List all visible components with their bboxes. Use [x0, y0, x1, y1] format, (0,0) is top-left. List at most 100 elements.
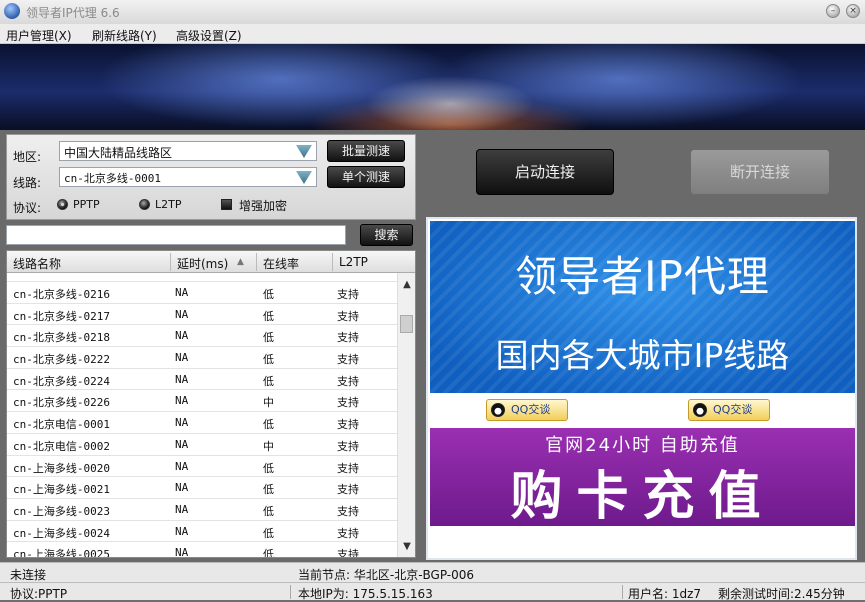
ad-subtitle: 国内各大城市IP线路: [430, 329, 855, 377]
chevron-down-icon: [296, 171, 312, 184]
qq-chat-button-left[interactable]: QQ交谈: [486, 399, 568, 421]
status-bar-bottom: 协议:PPTP 本地IP为: 175.5.15.163 用户名: 1dz7 剩余…: [0, 582, 865, 600]
chevron-down-icon: [296, 145, 312, 158]
column-latency[interactable]: 延时(ms): [177, 255, 228, 272]
table-scrollbar[interactable]: ▲ ▼: [397, 273, 415, 558]
table-row[interactable]: cn-北京多线-0222 NA 低 支持: [7, 347, 399, 369]
cell-latency: NA: [175, 438, 188, 451]
table-row[interactable]: cn-北京多线-0217NA低支持: [7, 304, 399, 326]
cell-line-name: cn-北京多线-0224: [13, 373, 110, 389]
cell-line-name: cn-北京多线-0216: [13, 286, 110, 302]
cell-latency: NA: [175, 546, 188, 558]
table-row[interactable]: cn-上海多线-0021NA低支持: [7, 477, 399, 499]
cell-online-rate: 低: [263, 525, 274, 541]
close-icon[interactable]: ×: [846, 4, 860, 18]
search-button[interactable]: 搜索: [360, 224, 413, 246]
cell-latency: NA: [175, 460, 188, 473]
line-label: 线路:: [13, 174, 41, 191]
column-online-rate[interactable]: 在线率: [263, 255, 299, 272]
cell-l2tp: 支持: [337, 438, 359, 454]
cell-online-rate: 低: [263, 460, 274, 476]
cell-online-rate: 中: [263, 394, 274, 410]
cell-latency: NA: [175, 525, 188, 538]
qq-chat-label: QQ交谈: [713, 403, 752, 416]
scroll-up-icon[interactable]: ▲: [402, 281, 412, 289]
cell-l2tp: 支持: [337, 525, 359, 541]
enhanced-encryption-checkbox[interactable]: [221, 199, 232, 210]
qq-penguin-icon: [693, 403, 707, 417]
menu-user-management[interactable]: 用户管理(X): [6, 27, 72, 44]
cell-l2tp: 支持: [337, 308, 359, 324]
status-divider: [290, 585, 291, 599]
protocol-l2tp-radio[interactable]: [139, 199, 150, 210]
qq-chat-label: QQ交谈: [511, 403, 550, 416]
status-divider: [622, 585, 623, 599]
cell-online-rate: 低: [263, 329, 274, 345]
qq-chat-button-right[interactable]: QQ交谈: [688, 399, 770, 421]
table-row[interactable]: cn-上海多线-0024NA低支持: [7, 521, 399, 543]
protocol-pptp-radio[interactable]: [57, 199, 68, 210]
cell-latency: NA: [175, 351, 188, 364]
qq-penguin-icon: [491, 403, 505, 417]
table-row[interactable]: cn-上海多线-0025NA低支持: [7, 542, 399, 558]
cell-l2tp: 支持: [337, 460, 359, 476]
cell-online-rate: 中: [263, 438, 274, 454]
column-line-name[interactable]: 线路名称: [13, 255, 61, 272]
column-l2tp[interactable]: L2TP: [339, 255, 368, 269]
cell-online-rate: 低: [263, 308, 274, 324]
table-row[interactable]: cn-北京电信-0002NA中支持: [7, 434, 399, 456]
cell-l2tp: 支持: [337, 546, 359, 558]
title-bar: 领导者IP代理 6.6 – ×: [0, 0, 865, 24]
cell-online-rate: 低: [263, 286, 274, 302]
menu-advanced-settings[interactable]: 高级设置(Z): [176, 27, 242, 44]
cell-l2tp: 支持: [337, 329, 359, 345]
cell-online-rate: 低: [263, 481, 274, 497]
region-select[interactable]: 中国大陆精品线路区: [59, 141, 317, 161]
cell-online-rate: 低: [263, 503, 274, 519]
start-connection-button[interactable]: 启动连接: [476, 149, 614, 195]
table-row[interactable]: cn-北京多线-0216NA低支持: [7, 282, 399, 304]
line-select[interactable]: cn-北京多线-0001: [59, 167, 317, 187]
buy-card-banner[interactable]: 官网24小时 自助充值 购卡充值: [430, 428, 855, 526]
scrollbar-thumb[interactable]: [400, 315, 413, 333]
line-search-input[interactable]: [6, 225, 346, 245]
line-select-value: cn-北京多线-0001: [64, 170, 161, 186]
table-row[interactable]: cn-上海多线-0020NA低支持: [7, 456, 399, 478]
cell-l2tp: 支持: [337, 416, 359, 432]
minimize-icon[interactable]: –: [826, 4, 840, 18]
cell-l2tp: 支持: [337, 286, 359, 302]
cell-line-name: cn-北京多线-0222: [13, 351, 110, 367]
header-banner-image: [0, 44, 865, 130]
batch-speed-test-button[interactable]: 批量测速: [327, 140, 405, 162]
disconnect-button[interactable]: 断开连接: [690, 149, 830, 195]
cell-latency: NA: [175, 416, 188, 429]
cell-online-rate: 低: [263, 351, 274, 367]
scroll-down-icon[interactable]: ▼: [402, 543, 412, 551]
local-ip: 本地IP为: 175.5.15.163: [298, 585, 433, 602]
table-row[interactable]: cn-北京多线-0224NA低支持: [7, 369, 399, 391]
cell-latency: NA: [175, 394, 188, 407]
cell-online-rate: 低: [263, 373, 274, 389]
protocol-pptp-label: PPTP: [73, 198, 100, 211]
cell-online-rate: 低: [263, 546, 274, 558]
cell-line-name: cn-北京多线-0217: [13, 308, 110, 324]
ad-title: 领导者IP代理: [430, 243, 855, 304]
username: 用户名: 1dz7: [628, 585, 701, 602]
table-row[interactable]: cn-北京多线-0218NA低支持: [7, 325, 399, 347]
sort-ascending-icon: ▲: [237, 257, 244, 267]
ad-banner-blue[interactable]: 领导者IP代理 国内各大城市IP线路: [430, 221, 855, 393]
menu-bar: 用户管理(X) 刷新线路(Y) 高级设置(Z): [0, 24, 865, 44]
cell-l2tp: 支持: [337, 351, 359, 367]
menu-refresh-lines[interactable]: 刷新线路(Y): [92, 27, 157, 44]
cell-l2tp: 支持: [337, 373, 359, 389]
single-speed-test-button[interactable]: 单个测速: [327, 166, 405, 188]
connection-settings-panel: 地区: 中国大陆精品线路区 批量测速 线路: cn-北京多线-0001 单个测速…: [6, 134, 416, 220]
region-label: 地区:: [13, 148, 41, 165]
table-row[interactable]: cn-北京电信-0001NA低支持: [7, 412, 399, 434]
column-divider: [170, 253, 171, 271]
cell-line-name: cn-北京多线-0218: [13, 329, 110, 345]
cell-online-rate: 低: [263, 416, 274, 432]
table-row[interactable]: cn-上海多线-0023NA低支持: [7, 499, 399, 521]
protocol-label: 协议:: [13, 199, 41, 216]
table-row[interactable]: cn-北京多线-0226NA中支持: [7, 390, 399, 412]
